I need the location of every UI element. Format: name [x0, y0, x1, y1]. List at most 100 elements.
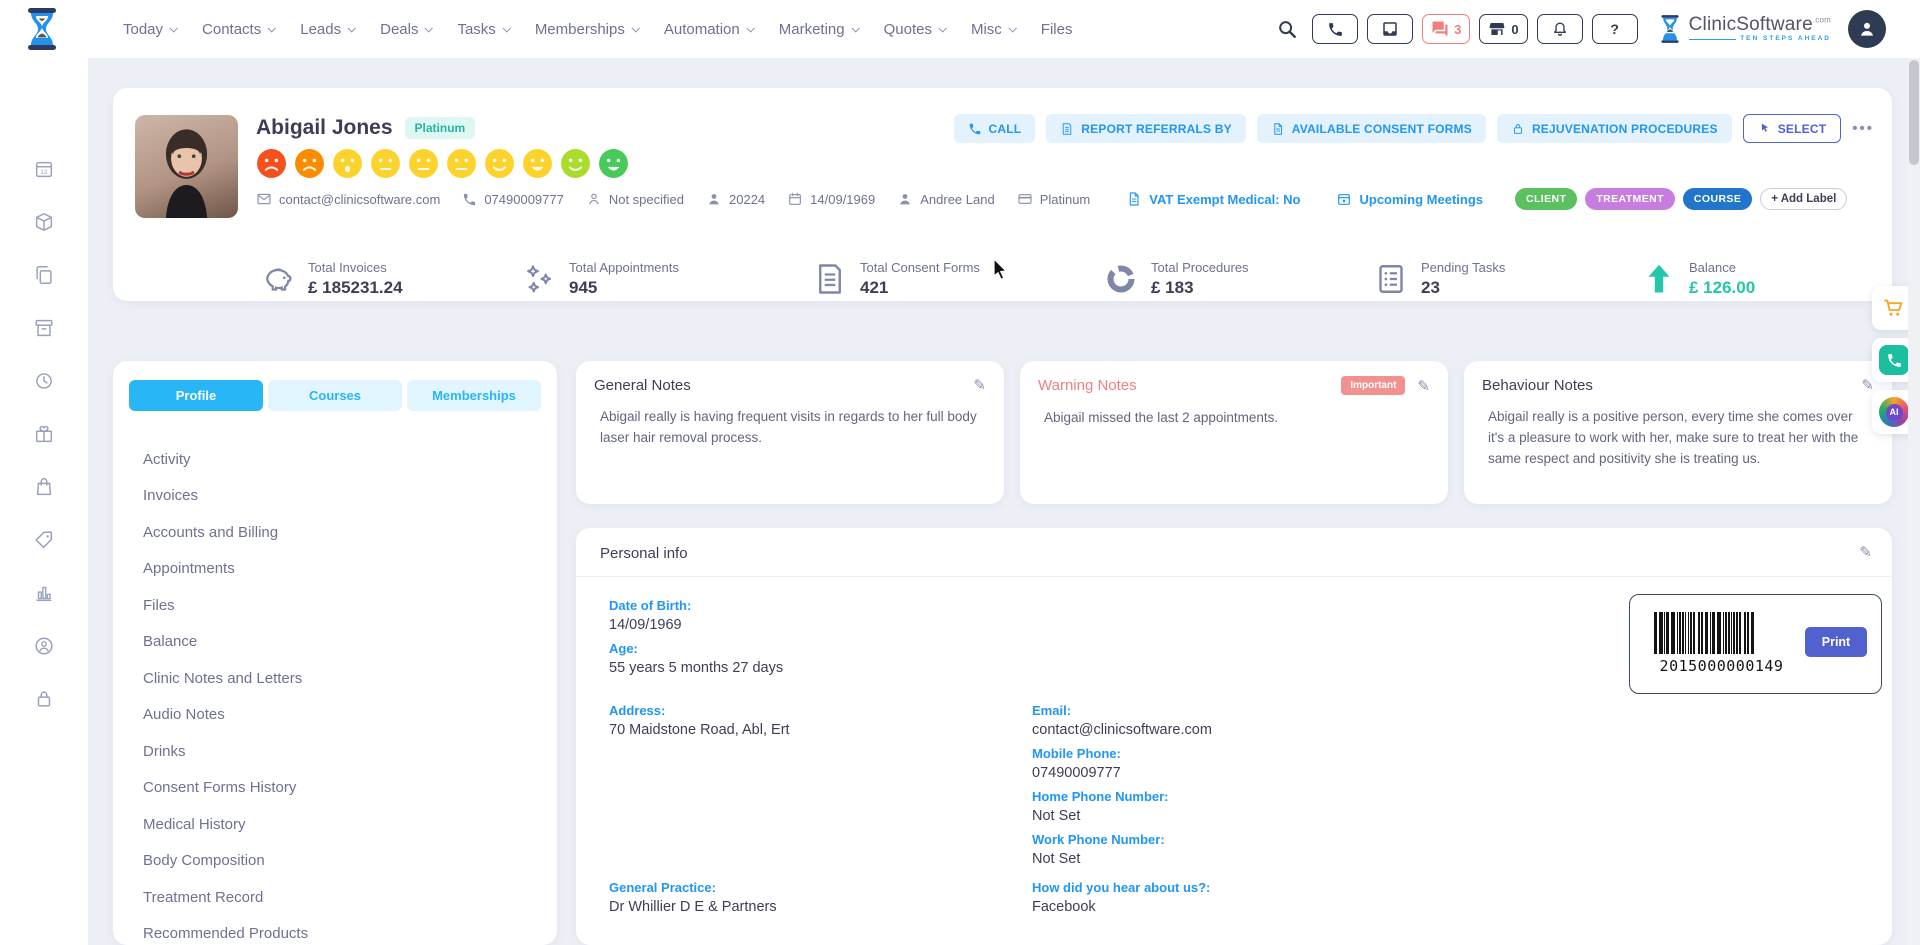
- patient-phone[interactable]: 07490009777: [462, 192, 564, 207]
- barcode-stripes: [1654, 612, 1754, 654]
- stat-value: £ 126.00: [1689, 278, 1755, 298]
- notifications-button[interactable]: [1537, 14, 1583, 44]
- upcoming-meetings-link[interactable]: Upcoming Meetings: [1336, 191, 1483, 207]
- field-value: Not Set: [1032, 808, 1212, 824]
- mood-face-1[interactable]: [256, 148, 287, 179]
- sidebar-item-recommended-products[interactable]: Recommended Products: [143, 916, 541, 945]
- field-label: Email:: [1032, 703, 1212, 718]
- edit-pencil-icon[interactable]: ✎: [1859, 543, 1872, 561]
- nav-item-leads[interactable]: Leads: [300, 21, 354, 38]
- sidebar-item-consent-forms-history[interactable]: Consent Forms History: [143, 770, 541, 807]
- select-button[interactable]: SELECT: [1743, 114, 1842, 143]
- nav-item-memberships[interactable]: Memberships: [535, 21, 638, 38]
- package-icon[interactable]: [33, 211, 55, 233]
- sidebar-item-drinks[interactable]: Drinks: [143, 733, 541, 770]
- sidebar-item-invoices[interactable]: Invoices: [143, 478, 541, 515]
- add-label-button[interactable]: + Add Label: [1760, 188, 1847, 210]
- sidebar-item-files[interactable]: Files: [143, 587, 541, 624]
- nav-item-marketing[interactable]: Marketing: [779, 21, 858, 38]
- nav-item-deals[interactable]: Deals: [380, 21, 431, 38]
- sidebar-item-activity[interactable]: Activity: [143, 441, 541, 478]
- nav-item-tasks[interactable]: Tasks: [457, 21, 508, 38]
- edit-pencil-icon[interactable]: ✎: [973, 376, 986, 394]
- mood-face-9[interactable]: [560, 148, 591, 179]
- dialer-button[interactable]: [1312, 14, 1358, 44]
- tab-profile[interactable]: Profile: [129, 380, 263, 411]
- stat-value: 421: [860, 278, 980, 298]
- mood-face-2[interactable]: [294, 148, 325, 179]
- shopping-bag-icon[interactable]: [33, 476, 55, 498]
- arrow-up-icon: [1641, 261, 1677, 297]
- stat-label: Balance: [1689, 260, 1755, 275]
- edit-pencil-icon[interactable]: ✎: [1417, 377, 1430, 395]
- page-scrollbar[interactable]: [1908, 0, 1920, 945]
- duplicate-icon[interactable]: [33, 264, 55, 286]
- report-referrals-button[interactable]: REPORT REFERRALS BY: [1046, 114, 1245, 143]
- nav-label: Misc: [971, 21, 1002, 38]
- clinicsoftware-hourglass-logo[interactable]: [18, 5, 66, 53]
- barcode-number: 2015000000149: [1654, 657, 1789, 675]
- nav-item-files[interactable]: Files: [1041, 21, 1073, 38]
- gift-icon[interactable]: [33, 423, 55, 445]
- label-treatment[interactable]: TREATMENT: [1585, 188, 1675, 210]
- stat-total-procedures: Total Procedures£ 183: [1103, 260, 1249, 298]
- meeting-calendar-icon: [1336, 191, 1352, 207]
- edit-pencil-icon[interactable]: ✎: [1861, 376, 1874, 394]
- call-button[interactable]: CALL: [954, 114, 1036, 143]
- bar-chart-icon[interactable]: [33, 582, 55, 604]
- nav-item-automation[interactable]: Automation: [664, 21, 753, 38]
- price-tag-icon[interactable]: [33, 529, 55, 551]
- available-consent-forms-button[interactable]: AVAILABLE CONSENT FORMS: [1257, 114, 1486, 143]
- inbox-button[interactable]: [1367, 14, 1413, 44]
- scrollbar-thumb[interactable]: [1909, 60, 1919, 165]
- sidebar-item-body-composition[interactable]: Body Composition: [143, 843, 541, 880]
- clinicsoftware-app: 12 { "topbar": { "nav": [ {"label": "Tod…: [0, 0, 1920, 945]
- mood-face-7[interactable]: [484, 148, 515, 179]
- mood-face-4[interactable]: [370, 148, 401, 179]
- calendar-12-icon[interactable]: [33, 158, 55, 180]
- rejuvenation-procedures-button[interactable]: REJUVENATION PROCEDURES: [1497, 114, 1732, 143]
- nav-item-misc[interactable]: Misc: [971, 21, 1015, 38]
- sidebar-item-appointments[interactable]: Appointments: [143, 551, 541, 588]
- vat-exempt-link[interactable]: VAT Exempt Medical: No: [1126, 191, 1300, 207]
- archive-icon[interactable]: [33, 317, 55, 339]
- tab-courses[interactable]: Courses: [268, 380, 402, 411]
- mood-face-3[interactable]: [332, 148, 363, 179]
- support-icon[interactable]: [33, 635, 55, 657]
- history-icon[interactable]: [33, 370, 55, 392]
- mood-face-6[interactable]: [446, 148, 477, 179]
- sidebar-item-medical-history[interactable]: Medical History: [143, 806, 541, 843]
- messages-button[interactable]: 3: [1422, 14, 1470, 44]
- field-group-referral-source: How did you hear about us?: Facebook: [1032, 880, 1210, 923]
- patient-barcode-card: 2015000000149 Print: [1629, 594, 1882, 694]
- warning-notes-body: Abigail missed the last 2 appointments.: [1038, 408, 1430, 429]
- mood-face-10[interactable]: [598, 148, 629, 179]
- store-button[interactable]: 0: [1479, 14, 1527, 44]
- patient-email[interactable]: contact@clinicsoftware.com: [256, 191, 440, 207]
- sidebar-item-clinic-notes-and-letters[interactable]: Clinic Notes and Letters: [143, 660, 541, 697]
- help-button[interactable]: ?: [1592, 14, 1638, 44]
- question-mark-icon: ?: [1610, 21, 1619, 37]
- nav-item-contacts[interactable]: Contacts: [202, 21, 274, 38]
- nav-label: Deals: [380, 21, 418, 38]
- lock-icon[interactable]: [33, 688, 55, 710]
- nav-item-quotes[interactable]: Quotes: [884, 21, 945, 38]
- print-barcode-button[interactable]: Print: [1805, 627, 1867, 657]
- patient-photo[interactable]: [135, 115, 238, 218]
- tab-memberships[interactable]: Memberships: [407, 380, 541, 411]
- label-client[interactable]: CLIENT: [1515, 188, 1577, 210]
- mood-face-5[interactable]: [408, 148, 439, 179]
- mood-face-8[interactable]: [522, 148, 553, 179]
- nav-item-today[interactable]: Today: [123, 21, 176, 38]
- more-options-button[interactable]: •••: [1852, 120, 1874, 137]
- search-icon[interactable]: [1277, 19, 1297, 39]
- sidebar-item-accounts-and-billing[interactable]: Accounts and Billing: [143, 514, 541, 551]
- label-course[interactable]: COURSE: [1683, 188, 1752, 210]
- hourglass-icon: [1657, 14, 1683, 44]
- sidebar-item-audio-notes[interactable]: Audio Notes: [143, 697, 541, 734]
- stat-label: Total Procedures: [1151, 260, 1249, 275]
- user-avatar[interactable]: [1848, 10, 1886, 48]
- field-address: Address: 70 Maidstone Road, Abl, Ert: [609, 703, 790, 738]
- sidebar-item-balance[interactable]: Balance: [143, 624, 541, 661]
- sidebar-item-treatment-record[interactable]: Treatment Record: [143, 879, 541, 916]
